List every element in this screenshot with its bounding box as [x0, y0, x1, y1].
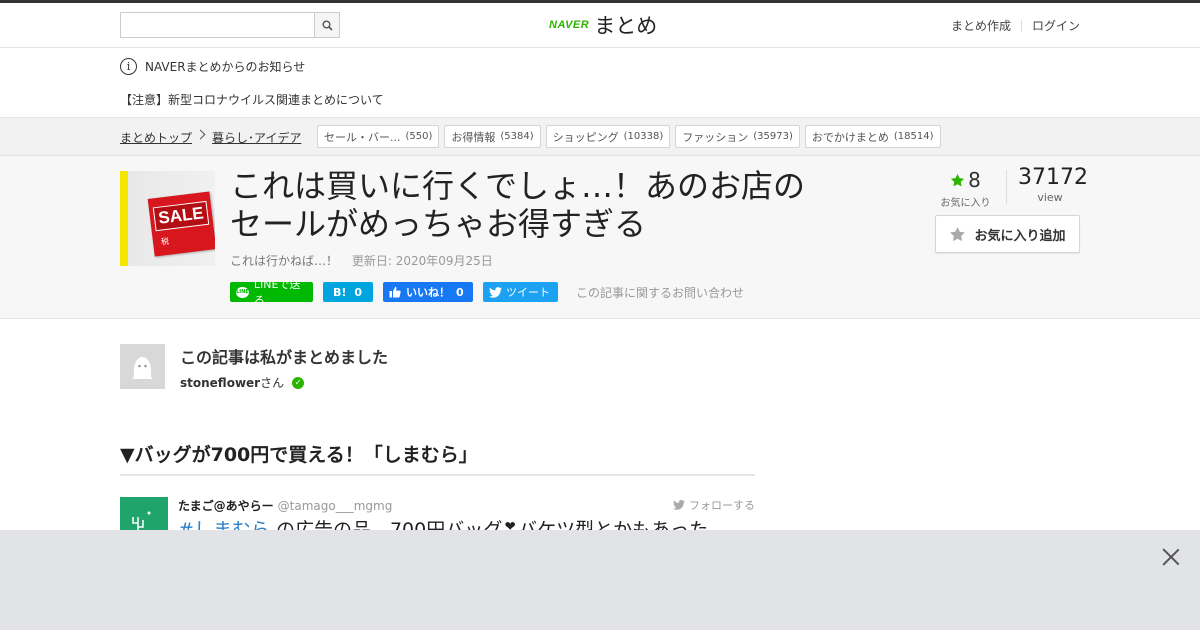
logo-brand: NAVER — [549, 19, 590, 31]
breadcrumb-category[interactable]: 暮らし･アイデア — [212, 129, 301, 146]
bottom-ad-overlay — [0, 530, 1200, 630]
follow-label: フォローする — [689, 499, 755, 512]
follow-button[interactable]: フォローする — [673, 497, 755, 513]
notice-heading: i NAVERまとめからのお知らせ — [120, 58, 305, 75]
social-buttons: LINE LINEで送る B! 0 いいね！ 0 ツイート この記事に関するお問… — [230, 278, 744, 307]
tag-count: (18514) — [893, 131, 934, 142]
divider — [1020, 19, 1022, 32]
author-name[interactable]: stoneflower — [180, 376, 260, 390]
author-name-line: stoneflower さん ✓ — [180, 374, 305, 391]
tag-count: (550) — [405, 131, 433, 142]
article-title: これは買いに行くでしょ…！あのお店の セールがめっちゃお得すぎる — [230, 167, 870, 243]
view-count: 37172 — [1018, 165, 1088, 190]
notice-area: i NAVERまとめからのお知らせ 【注意】新型コロナウイルス関連まとめについて — [0, 48, 1200, 118]
chevron-right-icon — [195, 129, 206, 140]
tag-item[interactable]: お得情報 (5384) — [444, 125, 541, 148]
title-line-1: これは買いに行くでしょ…！あのお店の — [230, 167, 806, 205]
hatena-bookmark-button[interactable]: B! 0 — [323, 282, 373, 302]
hatena-icon: B! — [333, 285, 347, 299]
tweet-button[interactable]: ツイート — [483, 282, 558, 302]
add-favorite-button[interactable]: お気に入り追加 — [935, 215, 1080, 253]
tag-count: (10338) — [623, 131, 664, 142]
sale-card-image: SALE 税 — [147, 191, 215, 257]
line-share-label: LINEで送る — [253, 278, 301, 307]
site-header: NAVER まとめ まとめ作成 ログイン — [0, 3, 1200, 48]
tag-label: セール・バー... — [324, 130, 401, 144]
breadcrumb-bar: まとめトップ 暮らし･アイデア セール・バー... (550) お得情報 (5384… — [0, 118, 1200, 156]
updated-date: 更新日: 2020年09月25日 — [351, 254, 493, 268]
notice-title: NAVERまとめからのお知らせ — [145, 60, 306, 74]
search-button[interactable] — [314, 13, 339, 37]
like-count: 0 — [456, 285, 464, 299]
author-heading: この記事は私がまとめました — [180, 348, 389, 367]
login-link[interactable]: ログイン — [1032, 17, 1080, 34]
thumbs-up-icon — [389, 286, 401, 298]
contact-link[interactable]: この記事に関するお問い合わせ — [576, 284, 744, 301]
line-share-button[interactable]: LINE LINEで送る — [230, 278, 313, 307]
create-matome-link[interactable]: まとめ作成 — [951, 17, 1011, 34]
tag-item[interactable]: ファッション (35973) — [675, 125, 800, 148]
article-header: SALE 税 これは買いに行くでしょ…！あのお店の セールがめっちゃお得すぎる … — [0, 156, 1200, 319]
tag-label: ショッピング — [552, 130, 619, 144]
section-heading: ▼バッグが700円で買える！「しまむら」 — [120, 440, 755, 476]
tag-label: ファッション — [682, 130, 749, 144]
twitter-bird-icon — [489, 286, 502, 298]
tag-label: おでかけまとめ — [811, 130, 889, 144]
favorite-count: 8 — [968, 168, 981, 192]
tag-count: (35973) — [753, 131, 793, 142]
star-icon — [951, 173, 965, 186]
tag-count: (5384) — [500, 131, 534, 142]
site-logo[interactable]: NAVER まとめ — [549, 11, 657, 39]
check-icon: ✓ — [292, 376, 305, 389]
breadcrumb-top[interactable]: まとめトップ — [120, 129, 192, 146]
tweet-label: ツイート — [506, 286, 550, 299]
search-icon — [322, 20, 333, 31]
tag-label: お得情報 — [451, 130, 496, 144]
article-meta: これは行かねば…！ 更新日: 2020年09月25日 — [230, 252, 493, 269]
sale-text: SALE — [153, 200, 209, 231]
search-input[interactable] — [121, 13, 315, 37]
view-stat: 37172 view — [1018, 165, 1088, 204]
hatena-count: 0 — [354, 285, 363, 299]
close-icon[interactable] — [1162, 548, 1180, 566]
article-description: これは行かねば…！ — [230, 254, 339, 268]
favorite-stat: 8 お気に入り — [938, 168, 993, 209]
add-favorite-label: お気に入り追加 — [974, 228, 1066, 244]
tweet-user[interactable]: たまご@あやらー @tamago___mgmg — [178, 497, 392, 514]
tag-list: セール・バー... (550) お得情報 (5384) ショッピング (10338) … — [317, 125, 941, 148]
article-thumbnail: SALE 税 — [120, 171, 215, 266]
twitter-bird-icon — [673, 500, 685, 510]
tweet-display-name: たまご@あやらー — [178, 499, 274, 513]
header-links: まとめ作成 ログイン — [951, 17, 1080, 34]
divider — [1006, 170, 1007, 204]
tag-item[interactable]: おでかけまとめ (18514) — [804, 125, 941, 148]
like-label: いいね！ — [406, 286, 450, 299]
line-icon: LINE — [236, 286, 249, 298]
ghost-avatar-icon — [132, 357, 153, 379]
star-outline-icon — [950, 226, 966, 241]
favorite-label: お気に入り — [940, 198, 991, 209]
facebook-like-button[interactable]: いいね！ 0 — [383, 282, 473, 302]
view-label: view — [1037, 191, 1063, 204]
logo-name: まとめ — [594, 14, 658, 38]
title-line-2: セールがめっちゃお得すぎる — [230, 205, 647, 243]
info-icon: i — [120, 58, 137, 75]
tag-item[interactable]: セール・バー... (550) — [317, 125, 440, 148]
tax-text: 税 — [160, 236, 170, 247]
author-suffix: さん — [260, 376, 285, 390]
tag-item[interactable]: ショッピング (10338) — [545, 125, 671, 148]
notice-link[interactable]: 【注意】新型コロナウイルス関連まとめについて — [120, 91, 384, 108]
tweet-handle: @tamago___mgmg — [277, 499, 393, 513]
search-box — [120, 12, 340, 38]
author-avatar[interactable] — [120, 344, 165, 389]
